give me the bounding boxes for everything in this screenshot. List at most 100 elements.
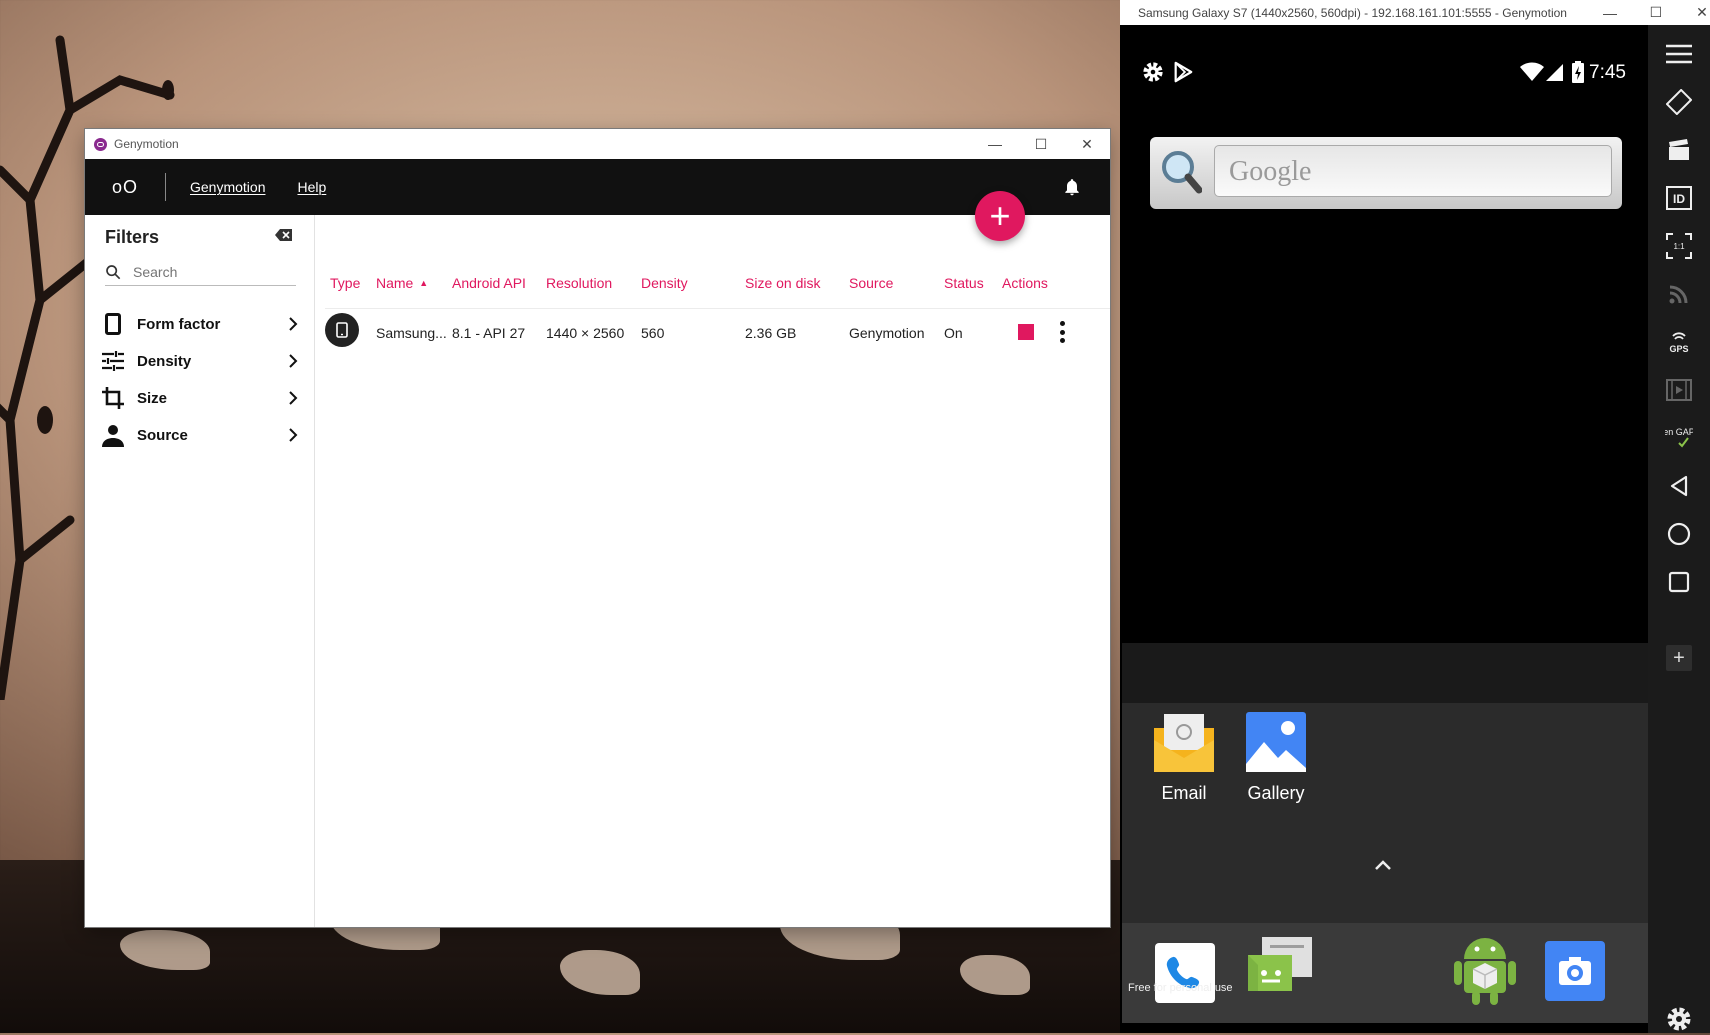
- minimize-button[interactable]: —: [972, 129, 1018, 159]
- device-source: Genymotion: [849, 325, 925, 341]
- genymotion-app-icon: [94, 137, 107, 151]
- phone-icon[interactable]: [1155, 943, 1215, 1003]
- maximize-button[interactable]: ☐: [1018, 129, 1064, 159]
- google-search-widget[interactable]: Google: [1150, 137, 1622, 209]
- emulator-window: Samsung Galaxy S7 (1440x2560, 560dpi) - …: [1120, 0, 1710, 1033]
- chevron-right-icon: [289, 354, 298, 368]
- device-status: On: [944, 325, 963, 341]
- col-header-source[interactable]: Source: [849, 275, 893, 291]
- screencast-icon[interactable]: [1663, 374, 1695, 406]
- nav-divider: [165, 173, 166, 201]
- android-app-icon[interactable]: [1452, 933, 1518, 1005]
- filters-title: Filters: [105, 227, 160, 247]
- col-header-name[interactable]: Name ▲: [376, 275, 428, 291]
- app-label-email: Email: [1161, 783, 1207, 803]
- col-header-android-api[interactable]: Android API: [452, 275, 526, 291]
- col-header-resolution[interactable]: Resolution: [546, 275, 612, 291]
- capture-icon[interactable]: [1663, 134, 1695, 166]
- device-size: 2.36 GB: [745, 325, 797, 341]
- network-icon[interactable]: [1663, 278, 1695, 310]
- add-device-button[interactable]: +: [975, 191, 1025, 241]
- filter-label: Source: [137, 426, 188, 444]
- maximize-button[interactable]: ☐: [1633, 0, 1679, 25]
- menu-genymotion[interactable]: Genymotion: [190, 179, 265, 195]
- chevron-up-icon[interactable]: [1374, 858, 1392, 872]
- device-api: 8.1 - API 27: [452, 325, 526, 341]
- col-header-size[interactable]: Size on disk: [745, 275, 820, 291]
- sort-ascending-icon: ▲: [419, 278, 429, 288]
- clear-filters-icon[interactable]: [275, 228, 293, 242]
- battery-charging-icon: [1572, 61, 1584, 83]
- filter-form-factor[interactable]: Form factor: [101, 309, 299, 339]
- col-header-name-label: Name: [376, 275, 414, 291]
- camera-icon[interactable]: [1545, 941, 1605, 1001]
- status-clock: 7:45: [1589, 62, 1626, 83]
- rotate-icon[interactable]: [1663, 86, 1695, 118]
- filter-label: Size: [137, 389, 168, 407]
- device-id-label: ID: [1673, 192, 1685, 206]
- top-navbar: oO Genymotion Help: [85, 159, 1110, 215]
- magnifier-icon: [1162, 151, 1202, 194]
- device-name[interactable]: Samsung...: [376, 325, 447, 341]
- chevron-right-icon: [289, 428, 298, 442]
- close-button[interactable]: ✕: [1064, 129, 1110, 159]
- stop-device-button[interactable]: [1018, 324, 1034, 340]
- device-type-phone-icon: [325, 313, 359, 347]
- emulator-toolbar: ID 1:1 GPS Open GAPPS +: [1648, 25, 1710, 1033]
- device-table: Type Name ▲ Android API Resolution Densi…: [315, 215, 1110, 927]
- notifications-bell-icon[interactable]: [1062, 177, 1082, 197]
- add-widget-icon[interactable]: +: [1666, 645, 1692, 671]
- window-titlebar: Genymotion — ☐ ✕: [85, 129, 1110, 159]
- settings-icon[interactable]: [1663, 1003, 1695, 1035]
- menu-help[interactable]: Help: [297, 179, 326, 195]
- more-actions-icon[interactable]: [1059, 321, 1065, 343]
- genymotion-window: Genymotion — ☐ ✕ oO Genymotion Help + Fi…: [85, 129, 1110, 927]
- close-button[interactable]: ✕: [1679, 0, 1710, 25]
- filter-label: Form factor: [137, 315, 221, 333]
- open-gapps-icon[interactable]: Open GAPPS: [1663, 422, 1695, 454]
- gallery-icon[interactable]: [1244, 710, 1308, 774]
- cell-signal-icon: [1546, 64, 1563, 81]
- filters-panel: Filters Form factor: [85, 215, 315, 927]
- filter-density[interactable]: Density: [101, 346, 299, 376]
- filter-source[interactable]: Source: [101, 420, 299, 450]
- device-resolution: 1440 × 2560: [546, 325, 625, 341]
- search-icon: [106, 265, 121, 280]
- free-license-watermark: Free for personal use: [1128, 982, 1233, 994]
- col-header-type[interactable]: Type: [330, 275, 360, 291]
- android-screen[interactable]: 7:45 Google Email Gallery Free for perso…: [1122, 25, 1648, 1033]
- chevron-right-icon: [289, 391, 298, 405]
- emulator-window-title: Samsung Galaxy S7 (1440x2560, 560dpi) - …: [1138, 5, 1567, 20]
- messaging-icon[interactable]: [1246, 935, 1314, 1003]
- back-icon[interactable]: [1663, 470, 1695, 502]
- genymotion-logo[interactable]: oO: [85, 177, 165, 198]
- gps-icon[interactable]: GPS: [1663, 326, 1695, 358]
- device-id-icon[interactable]: ID: [1663, 182, 1695, 214]
- pixel-perfect-icon[interactable]: 1:1: [1663, 230, 1695, 262]
- crop-icon: [101, 386, 125, 410]
- email-icon[interactable]: [1152, 710, 1216, 774]
- col-header-status[interactable]: Status: [944, 275, 984, 291]
- emulator-titlebar: Samsung Galaxy S7 (1440x2560, 560dpi) - …: [1120, 0, 1710, 25]
- minimize-button[interactable]: —: [1587, 0, 1633, 25]
- phone-outline-icon: [101, 312, 125, 336]
- filter-size[interactable]: Size: [101, 383, 299, 413]
- person-icon: [101, 423, 125, 447]
- settings-gear-icon: [1143, 62, 1163, 82]
- wifi-icon: [1520, 62, 1544, 81]
- recents-icon[interactable]: [1663, 566, 1695, 598]
- col-header-actions: Actions: [1002, 275, 1048, 291]
- home-divider-band: [1122, 643, 1648, 703]
- window-title: Genymotion: [114, 137, 179, 151]
- chevron-right-icon: [289, 317, 298, 331]
- menu-icon[interactable]: [1663, 38, 1695, 70]
- app-label-gallery: Gallery: [1247, 783, 1305, 803]
- home-icon[interactable]: [1663, 518, 1695, 550]
- row-divider: [325, 308, 1110, 309]
- google-search-input[interactable]: Google: [1214, 145, 1612, 197]
- filter-search[interactable]: [105, 259, 296, 286]
- search-input[interactable]: [131, 263, 285, 281]
- col-header-density[interactable]: Density: [641, 275, 688, 291]
- tune-sliders-icon: [101, 349, 125, 373]
- play-store-icon: [1174, 61, 1193, 83]
